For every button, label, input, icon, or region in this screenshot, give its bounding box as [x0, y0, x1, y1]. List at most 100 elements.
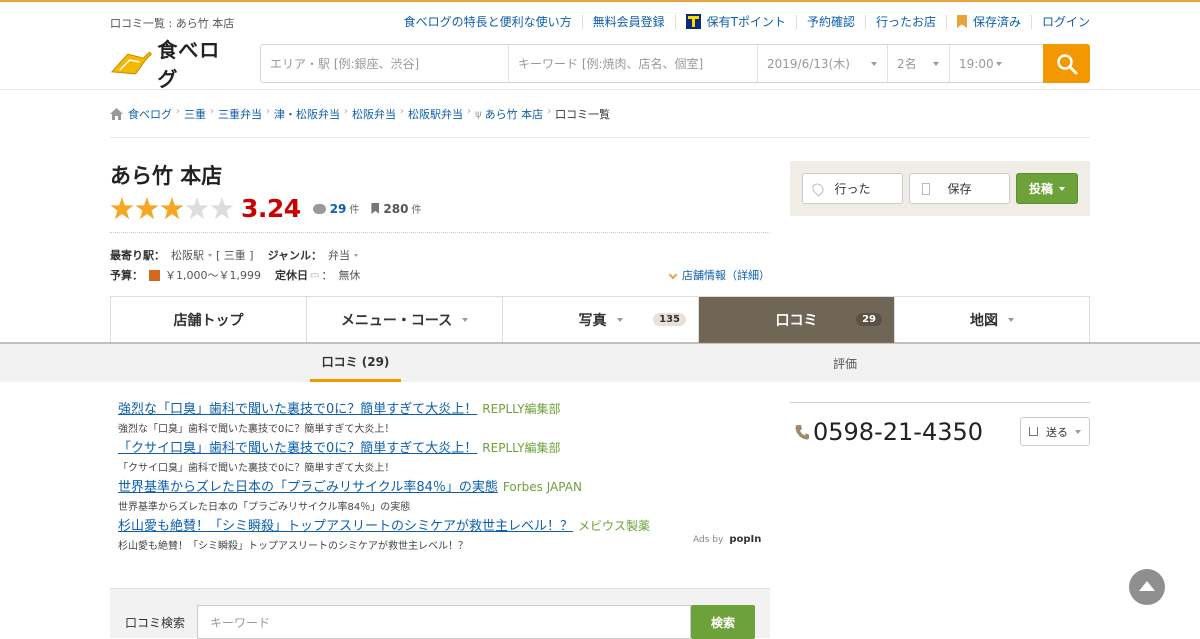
- review-subtabs: 口コミ (29) 評価: [0, 344, 1200, 382]
- genre-label: ジャンル：: [267, 249, 323, 262]
- subtab-reviews[interactable]: 口コミ (29): [310, 344, 401, 382]
- search-bar: エリア・駅 [例:銀座、渋谷] キーワード [例:焼肉、店名、個室] 2019/…: [260, 44, 1090, 83]
- restaurant-tabs: 店舗トップ メニュー・コース 写真 135 口コミ 29 地図: [110, 296, 1090, 343]
- save-button[interactable]: 保存: [909, 173, 1010, 204]
- breadcrumb-label: 食べログ: [128, 108, 172, 121]
- breadcrumb-item[interactable]: 三重弁当: [218, 106, 262, 122]
- breadcrumb-separator-icon: ›: [176, 106, 180, 117]
- tab-label: 店舗トップ: [173, 313, 244, 329]
- time-select[interactable]: 19:00: [950, 45, 1012, 82]
- send-button[interactable]: 送る: [1020, 417, 1090, 446]
- budget-label: 予算：: [110, 269, 143, 282]
- ad-source: Forbes JAPAN: [502, 480, 582, 494]
- login-link-label: ログイン: [1041, 14, 1090, 29]
- chevron-down-icon: [616, 318, 623, 322]
- chevron-down-icon: [1008, 318, 1014, 322]
- ad-list: 強烈な「口臭」歯科で聞いた裏技で0に？簡単すぎて大炎上！ REPLLY編集部 強烈…: [118, 398, 770, 554]
- breadcrumb-item[interactable]: 松阪弁当: [352, 106, 396, 122]
- ad-description: 「クサイ口臭」歯科で聞いた裏技で0に？簡単すぎて大炎上！: [118, 463, 395, 474]
- review-search-input[interactable]: キーワード: [197, 605, 691, 639]
- date-select[interactable]: 2019/6/13(木): [758, 45, 888, 82]
- tab-count-badge: 29: [856, 313, 882, 326]
- ad-source: REPLLY編集部: [482, 441, 561, 455]
- register-link[interactable]: 無料会員登録: [581, 14, 675, 29]
- tab-menu[interactable]: メニュー・コース: [306, 297, 502, 343]
- tab-store-top[interactable]: 店舗トップ: [110, 297, 306, 343]
- search-button[interactable]: [1043, 44, 1090, 83]
- saved-link[interactable]: 保存済み: [945, 14, 1031, 29]
- subtab-ratings[interactable]: 評価: [800, 344, 890, 382]
- area-search-input[interactable]: エリア・駅 [例:銀座、渋谷]: [261, 45, 509, 82]
- tab-label: メニュー・コース: [340, 313, 453, 329]
- tab-reviews[interactable]: 口コミ 29: [698, 297, 894, 343]
- ads-by-popin[interactable]: Ads by popIn: [693, 534, 761, 545]
- genre-value[interactable]: 弁当: [328, 247, 362, 263]
- popin-logo: popIn: [729, 534, 762, 545]
- people-select[interactable]: 2名: [888, 45, 950, 82]
- header-links: 食べログの特長と便利な使い方 無料会員登録 保有Tポイント 予約確認 行ったお店…: [394, 14, 1090, 29]
- ad-item: 世界基準からズレた日本の「プラごみリサイクル率84％」の実態 Forbes JAP…: [118, 476, 770, 515]
- chevron-down-icon: [354, 253, 359, 257]
- visited-link[interactable]: 行ったお店: [864, 14, 946, 29]
- logo-text: 食べログ: [157, 38, 221, 91]
- chevron-down-icon: [1075, 429, 1081, 434]
- saves-unit: 件: [411, 205, 422, 216]
- login-link[interactable]: ログイン: [1030, 14, 1090, 29]
- ad-title-link[interactable]: 杉山愛も絶賛！「シミ瞬殺」トップアスリートのシミケアが救世主レベル！？: [118, 519, 573, 534]
- tab-map[interactable]: 地図: [894, 297, 1090, 343]
- arrow-up-icon: [1139, 580, 1155, 591]
- visited-link-label: 行ったお店: [875, 14, 936, 29]
- prefecture-name: [ 三重 ]: [216, 249, 254, 262]
- breadcrumb-current: 口コミ一覧: [555, 108, 611, 121]
- page-name: 口コミ一覧 : あら竹 本店: [110, 17, 235, 30]
- post-button[interactable]: 投稿: [1016, 173, 1078, 204]
- holiday-colon: ：: [321, 269, 333, 282]
- review-search-label: 口コミ検索: [125, 616, 186, 630]
- register-link-label: 無料会員登録: [592, 14, 665, 29]
- reservation-link[interactable]: 予約確認: [795, 14, 865, 29]
- tpoint-link[interactable]: 保有Tポイント: [674, 14, 796, 29]
- ad-item: 杉山愛も絶賛！「シミ瞬殺」トップアスリートのシミケアが救世主レベル！？ メビウス製…: [118, 515, 770, 554]
- keyword-search-input[interactable]: キーワード [例:焼肉、店名、個室]: [509, 45, 758, 82]
- yen-icon: [149, 269, 160, 281]
- tab-photos[interactable]: 写真 135: [502, 297, 698, 343]
- ad-title-link[interactable]: 強烈な「口臭」歯科で聞いた裏技で0に？簡単すぎて大炎上！: [118, 402, 477, 417]
- breadcrumb-item[interactable]: 三重: [184, 106, 206, 122]
- breadcrumb-item[interactable]: 津・松阪弁当: [274, 106, 340, 122]
- breadcrumb-separator-icon: ›: [266, 106, 270, 117]
- ad-title-link[interactable]: 「クサイ口臭」歯科で聞いた裏技で0に？簡単すぎて大炎上！: [118, 441, 477, 456]
- store-info-link[interactable]: 店舗情報（詳細）: [668, 267, 770, 283]
- tab-count-badge: 135: [653, 313, 686, 326]
- star-icon: [110, 196, 134, 220]
- chevron-down-icon: [871, 61, 877, 66]
- reservation-link-label: 予約確認: [806, 14, 855, 29]
- features-link[interactable]: 食べログの特長と便利な使い方: [394, 15, 582, 29]
- tabelog-logo[interactable]: 食べログ: [110, 38, 240, 91]
- back-to-top-button[interactable]: [1129, 569, 1165, 605]
- breadcrumb-item[interactable]: ψ あら竹 本店: [475, 106, 543, 122]
- saved-link-label: 保存済み: [972, 14, 1021, 29]
- station-name: 松阪駅: [171, 249, 204, 262]
- reviews-count-link[interactable]: 29 件: [312, 201, 360, 216]
- breadcrumb-label: あら竹 本店: [484, 108, 544, 121]
- station-value[interactable]: 松阪駅 [ 三重 ]: [171, 247, 254, 263]
- star-icon: [160, 196, 184, 220]
- restaurant-name: あら竹 本店: [110, 164, 223, 188]
- reviews-unit: 件: [349, 205, 360, 216]
- home-icon: [110, 108, 123, 120]
- phone-number[interactable]: 0598-21-4350: [813, 418, 983, 446]
- ad-title-link[interactable]: 世界基準からズレた日本の「プラごみリサイクル率84％」の実態: [118, 480, 498, 495]
- side-divider: [790, 402, 1090, 403]
- chevron-down-icon: [208, 253, 212, 257]
- breadcrumb-item[interactable]: 食べログ: [110, 106, 172, 122]
- review-search-button[interactable]: 検索: [691, 605, 755, 639]
- star-icon: [135, 196, 159, 220]
- send-label: 送る: [1046, 425, 1068, 439]
- tab-label: 地図: [970, 313, 998, 329]
- rating-score: 3.24: [241, 194, 301, 223]
- chevron-down-icon: [933, 61, 939, 66]
- breadcrumb-item[interactable]: 松阪駅弁当: [408, 106, 463, 122]
- breadcrumb-separator-icon: ›: [210, 106, 214, 117]
- went-button[interactable]: 行った: [802, 173, 903, 204]
- saves-count-link[interactable]: 280 件: [371, 201, 421, 216]
